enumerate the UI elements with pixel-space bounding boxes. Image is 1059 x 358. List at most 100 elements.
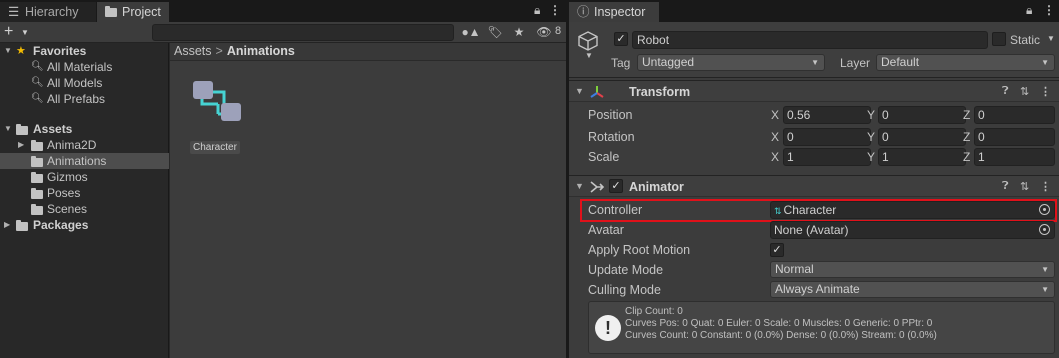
chevron-down-icon: ▼ bbox=[1041, 58, 1049, 67]
more-options-icon[interactable]: ⋮ bbox=[549, 3, 561, 17]
chevron-down-icon[interactable]: ▼ bbox=[585, 51, 593, 60]
tree-folder-scenes[interactable]: Scenes bbox=[0, 201, 169, 217]
breadcrumb-animations[interactable]: Animations bbox=[227, 44, 295, 58]
layer-dropdown[interactable]: Default ▼ bbox=[876, 54, 1055, 71]
folder-open-icon bbox=[16, 121, 28, 137]
more-options-icon[interactable]: ⋮ bbox=[1043, 3, 1055, 17]
project-window: ☰Hierarchy Project 🔒︎ ⋮ +▼ 🔍︎ ●▲ 🏷︎ ★ 👁︎… bbox=[0, 0, 566, 358]
static-checkbox[interactable] bbox=[992, 32, 1006, 46]
tree-favorite-item[interactable]: 🔍︎ All Materials bbox=[0, 59, 169, 75]
animator-title: Animator bbox=[629, 180, 684, 194]
static-label: Static bbox=[1010, 33, 1041, 47]
search-by-type-icon[interactable]: ●▲ bbox=[458, 23, 484, 42]
folder-tree: ▼ ★ Favorites 🔍︎ All Materials 🔍︎ All Mo… bbox=[0, 43, 169, 358]
expand-arrow-icon[interactable]: ▼ bbox=[4, 121, 12, 137]
star-icon: ★ bbox=[16, 45, 26, 57]
tree-favorite-item[interactable]: 🔍︎ All Models bbox=[0, 75, 169, 91]
tree-favorite-item[interactable]: 🔍︎ All Prefabs bbox=[0, 91, 169, 107]
gameobject-name-field[interactable] bbox=[632, 31, 988, 49]
gameobject-header: ▼ ✓ Static ▼ Tag Untagged▼ Layer Default… bbox=[569, 22, 1059, 78]
asset-content-area: Assets > Animations Character bbox=[170, 43, 566, 358]
layer-label: Layer bbox=[840, 56, 871, 70]
animator-icon bbox=[590, 181, 605, 193]
tree-folder-animations[interactable]: Animations bbox=[0, 153, 169, 169]
expand-arrow-icon[interactable]: ▼ bbox=[4, 43, 12, 59]
rotation-x-field[interactable] bbox=[783, 128, 871, 146]
apply-root-motion-checkbox[interactable]: ✓ bbox=[770, 243, 784, 257]
search-icon: 🔍︎ bbox=[31, 77, 44, 88]
tab-inspector[interactable]: ⓘ Inspector bbox=[569, 2, 659, 22]
position-z-field[interactable] bbox=[974, 106, 1055, 124]
rotation-y-field[interactable] bbox=[878, 128, 966, 146]
gameobject-active-checkbox[interactable]: ✓ bbox=[614, 32, 628, 46]
project-toolbar: +▼ 🔍︎ ●▲ 🏷︎ ★ 👁︎ 8 bbox=[0, 22, 566, 43]
rotation-z-field[interactable] bbox=[974, 128, 1055, 146]
folder-icon bbox=[31, 169, 43, 185]
transform-component-header[interactable]: ▼ Transform ❓︎ ⇅ ⋮ bbox=[569, 80, 1059, 102]
rotation-row: Rotation X Y Z bbox=[569, 127, 1059, 147]
chevron-down-icon: ▼ bbox=[1041, 265, 1049, 274]
inspector-tab-bar: ⓘ Inspector 🔒︎ ⋮ bbox=[569, 0, 1059, 22]
avatar-row: Avatar None (Avatar) bbox=[569, 220, 1059, 240]
tree-folder-gizmos[interactable]: Gizmos bbox=[0, 169, 169, 185]
more-options-icon[interactable]: ⋮ bbox=[1040, 85, 1051, 98]
tab-project[interactable]: Project bbox=[97, 2, 169, 22]
tree-folder-poses[interactable]: Poses bbox=[0, 185, 169, 201]
scale-y-field[interactable] bbox=[878, 148, 966, 166]
search-icon: 🔍︎ bbox=[31, 93, 44, 104]
tag-dropdown[interactable]: Untagged ▼ bbox=[637, 54, 825, 71]
favorite-star-icon[interactable]: ★ bbox=[506, 23, 532, 42]
folder-icon bbox=[31, 201, 43, 217]
position-row: Position X Y Z bbox=[569, 105, 1059, 125]
presets-icon[interactable]: ⇅ bbox=[1020, 180, 1029, 193]
foldout-arrow-icon[interactable]: ▼ bbox=[575, 181, 584, 191]
lock-icon[interactable]: 🔒︎ bbox=[534, 3, 540, 18]
lock-icon[interactable]: 🔒︎ bbox=[1026, 3, 1032, 18]
inspector-window: ⓘInspector 🔒︎ ⋮ ▼ ✓ Static ▼ Tag Untagge… bbox=[569, 0, 1059, 358]
breadcrumb-assets[interactable]: Assets bbox=[174, 44, 212, 58]
search-icon: 🔍︎ bbox=[31, 61, 44, 72]
transform-icon bbox=[590, 86, 604, 98]
position-x-field[interactable] bbox=[783, 106, 871, 124]
search-input[interactable] bbox=[152, 24, 454, 41]
avatar-field[interactable]: None (Avatar) bbox=[770, 221, 1055, 239]
tree-folder-anima2d[interactable]: ▶ Anima2D bbox=[0, 137, 169, 153]
help-icon[interactable]: ❓︎ bbox=[1002, 85, 1009, 98]
position-y-field[interactable] bbox=[878, 106, 966, 124]
asset-item-character[interactable]: Character bbox=[188, 76, 248, 156]
search-by-label-icon[interactable]: 🏷︎ bbox=[482, 23, 508, 42]
presets-icon[interactable]: ⇅ bbox=[1020, 85, 1029, 98]
more-options-icon[interactable]: ⋮ bbox=[1040, 180, 1051, 193]
scale-row: Scale X Y Z bbox=[569, 147, 1059, 167]
object-picker-icon[interactable] bbox=[1039, 224, 1050, 235]
folder-icon bbox=[16, 217, 28, 233]
expand-arrow-icon[interactable]: ▶ bbox=[4, 217, 10, 233]
hidden-packages-icon[interactable]: 👁︎ bbox=[532, 23, 556, 42]
tree-assets[interactable]: ▼ Assets bbox=[0, 121, 169, 137]
info-icon: ⓘ bbox=[577, 5, 590, 19]
tree-packages[interactable]: ▶ Packages bbox=[0, 217, 169, 233]
scale-z-field[interactable] bbox=[974, 148, 1055, 166]
hidden-count: 8 bbox=[555, 25, 562, 37]
clip-count-text: Clip Count: 0 bbox=[625, 306, 683, 317]
curves-count-text: Curves Count: 0 Constant: 0 (0.0%) Dense… bbox=[625, 330, 937, 341]
update-mode-dropdown[interactable]: Normal ▼ bbox=[770, 261, 1055, 278]
culling-mode-dropdown[interactable]: Always Animate ▼ bbox=[770, 281, 1055, 298]
warning-icon: ! bbox=[595, 315, 621, 341]
chevron-down-icon: ▼ bbox=[1041, 285, 1049, 294]
hierarchy-icon: ☰ bbox=[8, 5, 20, 19]
help-icon[interactable]: ❓︎ bbox=[1002, 180, 1009, 193]
chevron-down-icon: ▼ bbox=[811, 58, 819, 67]
create-button[interactable]: + ▼ bbox=[4, 23, 32, 41]
chevron-down-icon: ▼ bbox=[21, 28, 29, 37]
animator-component-header[interactable]: ▼ ✓ Animator ❓︎ ⇅ ⋮ bbox=[569, 175, 1059, 197]
scale-x-field[interactable] bbox=[783, 148, 871, 166]
apply-root-motion-row: Apply Root Motion ✓ bbox=[569, 240, 1059, 260]
static-dropdown-icon[interactable]: ▼ bbox=[1047, 34, 1055, 43]
animator-enabled-checkbox[interactable]: ✓ bbox=[609, 179, 623, 193]
foldout-arrow-icon[interactable]: ▼ bbox=[575, 86, 584, 96]
expand-arrow-icon[interactable]: ▶ bbox=[18, 137, 24, 153]
tree-favorites[interactable]: ▼ ★ Favorites bbox=[0, 43, 169, 59]
tab-hierarchy[interactable]: ☰ Hierarchy bbox=[0, 2, 96, 22]
asset-item-label: Character bbox=[190, 141, 240, 154]
